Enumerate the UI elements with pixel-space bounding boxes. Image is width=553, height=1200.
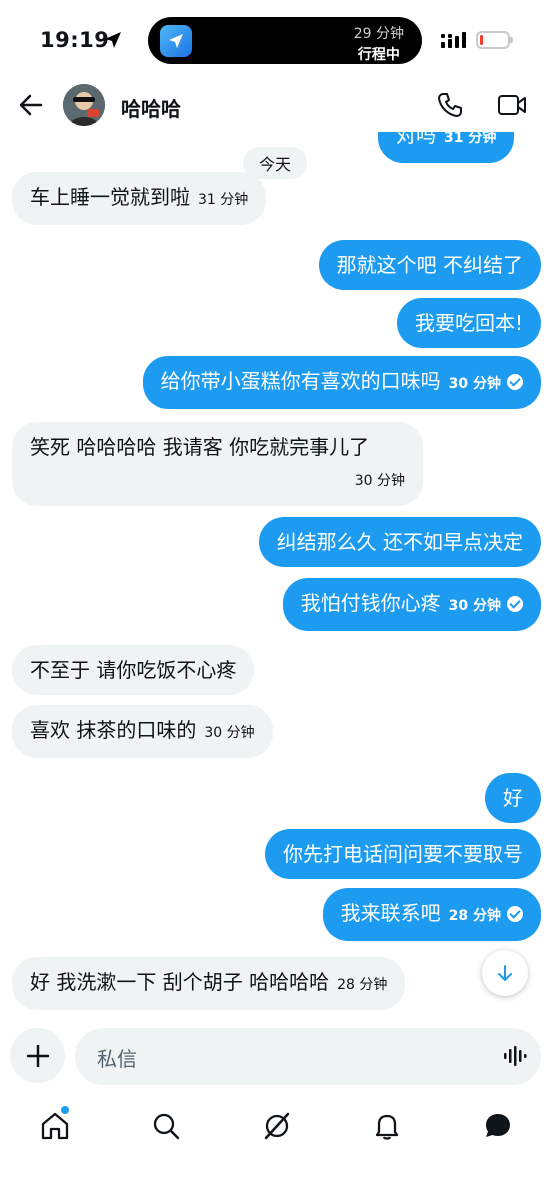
message-text: 你先打电话问问要不要取号: [283, 842, 523, 866]
message-list[interactable]: 对吗 31 分钟 今天 车上睡一觉就到啦 31 分钟 那就这个吧 不纠结了 我要吃回…: [0, 132, 553, 1022]
message-bubble-outgoing[interactable]: 我来联系吧 28 分钟: [322, 888, 541, 941]
read-receipt-icon: [507, 596, 523, 612]
message-text: 好 我洗漱一下 刮个胡子 哈哈哈哈: [30, 970, 330, 994]
notification-dot: [61, 1106, 69, 1114]
message-time: 30 分钟: [204, 725, 255, 741]
voice-message-icon[interactable]: [503, 1044, 527, 1068]
location-arrow-icon: [105, 32, 121, 48]
message-time: 30 分钟: [448, 376, 501, 392]
home-indicator-area: [0, 1150, 553, 1200]
message-text: 不至于 请你吃饭不心疼: [30, 658, 237, 682]
read-receipt-icon: [507, 906, 523, 922]
input-placeholder: 私信: [97, 1047, 137, 1071]
status-time: 19:19: [40, 28, 110, 52]
message-time: 30 分钟: [448, 598, 501, 614]
message-bubble-incoming[interactable]: 不至于 请你吃饭不心疼: [12, 645, 255, 695]
conversation-header: 哈哈哈: [0, 80, 553, 132]
video-call-icon[interactable]: [497, 93, 527, 117]
message-bubble-outgoing[interactable]: 纠结那么久 还不如早点决定: [258, 517, 541, 567]
message-time: 31 分钟: [198, 192, 249, 208]
grok-icon[interactable]: [261, 1110, 293, 1142]
message-bubble-incoming[interactable]: 笑死 哈哈哈哈 我请客 你吃就完事儿了 30 分钟: [12, 422, 423, 506]
message-text: 好: [503, 786, 523, 810]
message-text: 笑死 哈哈哈哈 我请客 你吃就完事儿了: [30, 435, 370, 459]
battery-level: [480, 35, 483, 45]
navigation-app-icon: [160, 25, 192, 57]
message-text: 我要吃回本!: [414, 311, 523, 335]
message-bubble-incoming[interactable]: 车上睡一觉就到啦 31 分钟: [12, 172, 267, 225]
phone-call-icon[interactable]: [437, 92, 463, 118]
plus-icon: [26, 1044, 49, 1067]
back-arrow-icon[interactable]: [18, 92, 44, 118]
eta-label: 行程中: [357, 47, 400, 63]
add-media-button[interactable]: [10, 1028, 65, 1083]
cellular-signal-icon: [441, 32, 466, 48]
message-time: 30 分钟: [354, 473, 405, 489]
message-text: 那就这个吧 不纠结了: [336, 253, 523, 277]
scroll-to-bottom-button[interactable]: [482, 950, 528, 996]
battery-icon: [476, 31, 513, 49]
direct-message-input[interactable]: 私信: [75, 1028, 541, 1085]
message-bubble-outgoing[interactable]: 对吗 31 分钟: [378, 132, 515, 163]
home-icon[interactable]: [39, 1110, 71, 1142]
message-text: 我来联系吧: [340, 901, 441, 925]
message-text: 给你带小蛋糕你有喜欢的口味吗: [160, 369, 441, 393]
dynamic-island[interactable]: 29 分钟 行程中: [148, 17, 422, 64]
contact-name[interactable]: 哈哈哈: [121, 93, 181, 122]
message-text: 对吗: [396, 132, 436, 147]
arrow-down-icon: [498, 965, 512, 981]
read-receipt-icon: [507, 374, 523, 390]
message-time: 31 分钟: [444, 132, 497, 146]
notifications-bell-icon[interactable]: [371, 1110, 403, 1142]
status-bar: 19:19 29 分钟 行程中: [0, 0, 553, 84]
message-bubble-outgoing[interactable]: 我怕付钱你心疼 30 分钟: [282, 578, 541, 631]
message-text: 我怕付钱你心疼: [300, 591, 441, 615]
message-composer: 私信: [0, 1026, 553, 1088]
message-text: 喜欢 抹茶的口味的: [30, 718, 197, 742]
search-icon[interactable]: [150, 1110, 182, 1142]
message-bubble-incoming[interactable]: 好 我洗漱一下 刮个胡子 哈哈哈哈 28 分钟: [12, 957, 406, 1010]
message-bubble-outgoing[interactable]: 我要吃回本!: [396, 298, 541, 348]
message-bubble-outgoing[interactable]: 好: [485, 773, 541, 823]
message-time: 28 分钟: [448, 908, 501, 924]
messages-icon[interactable]: [482, 1110, 514, 1142]
message-text: 纠结那么久 还不如早点决定: [276, 530, 523, 554]
message-bubble-outgoing[interactable]: 给你带小蛋糕你有喜欢的口味吗 30 分钟: [142, 356, 541, 409]
trip-eta: 29 分钟 行程中: [354, 23, 404, 64]
message-text: 车上睡一觉就到啦: [30, 185, 190, 209]
eta-minutes: 29 分钟: [353, 26, 404, 42]
contact-avatar[interactable]: [63, 84, 105, 126]
bottom-navigation: [0, 1102, 553, 1152]
message-bubble-outgoing[interactable]: 你先打电话问问要不要取号: [265, 829, 541, 879]
message-bubble-outgoing[interactable]: 那就这个吧 不纠结了: [318, 240, 541, 290]
message-time: 28 分钟: [337, 977, 388, 993]
message-bubble-incoming[interactable]: 喜欢 抹茶的口味的 30 分钟: [12, 705, 273, 758]
